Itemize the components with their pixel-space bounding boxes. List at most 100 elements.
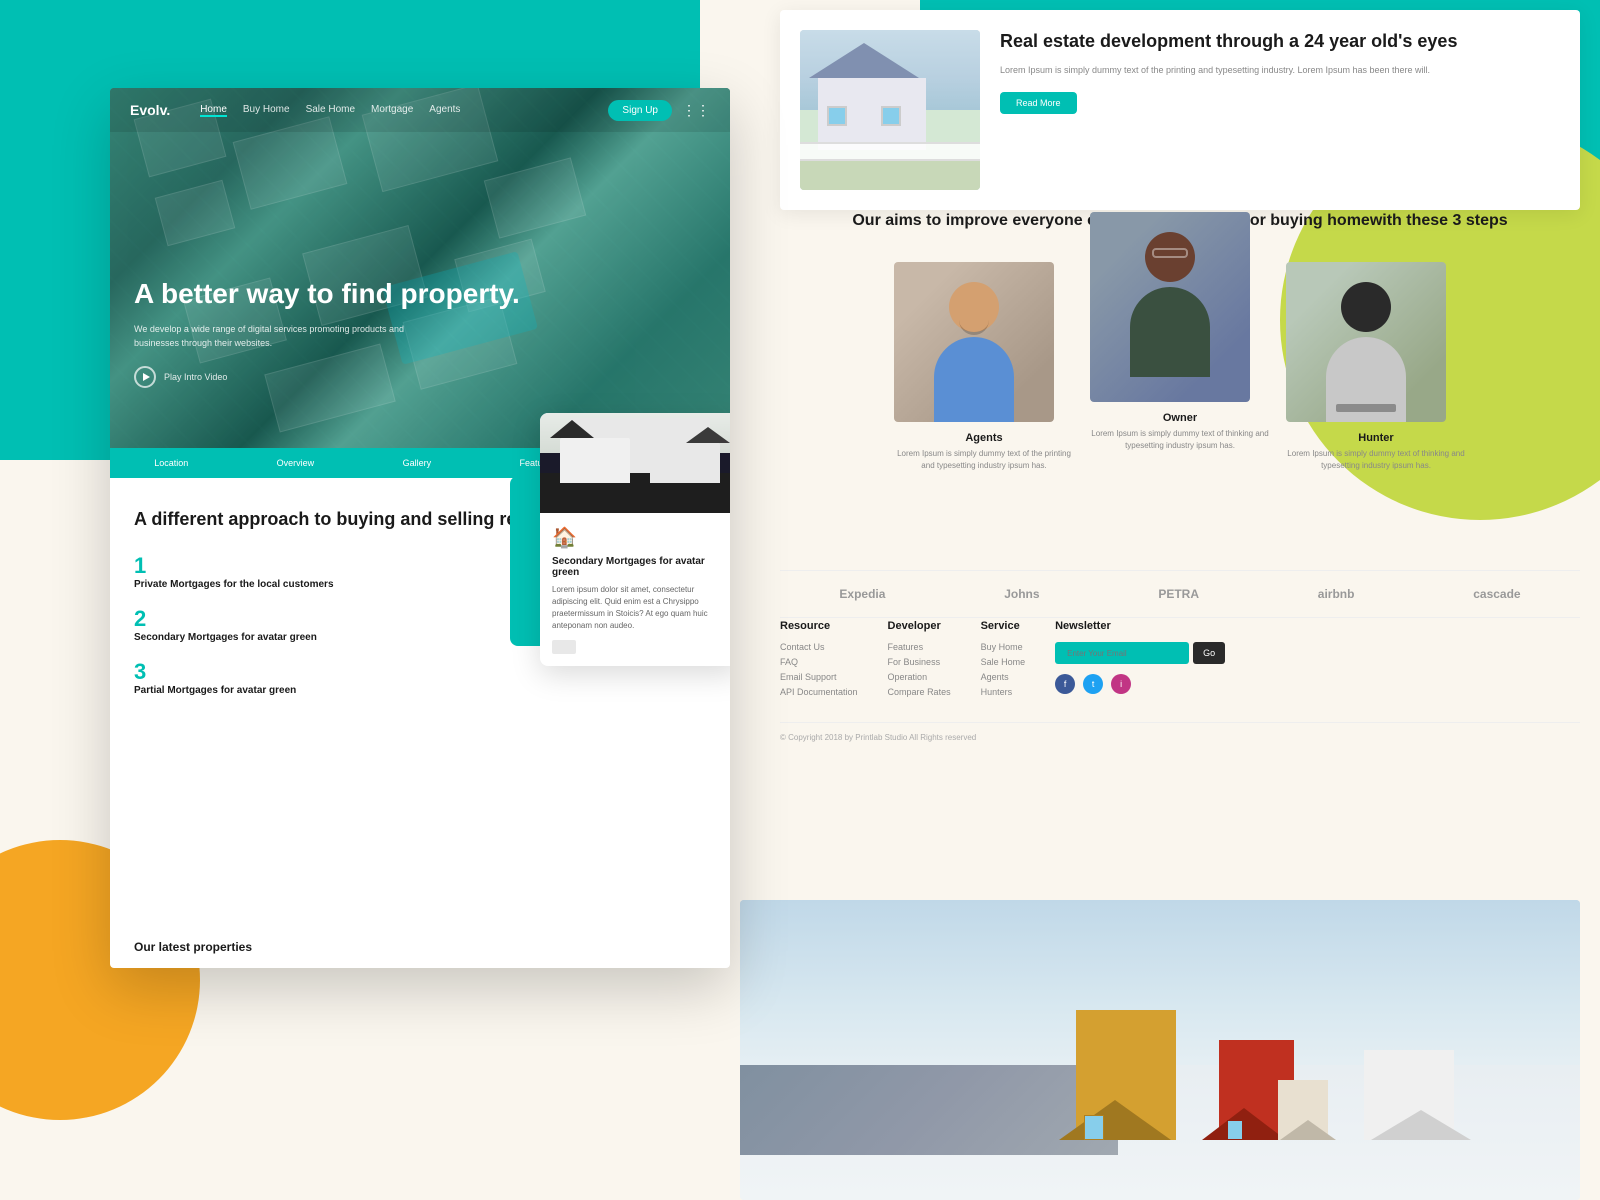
newsletter-email-input[interactable]: [1055, 642, 1189, 664]
nav-home[interactable]: Home: [200, 104, 227, 117]
logo-expedia: Expedia: [839, 587, 885, 601]
agents-silhouette: [894, 262, 1054, 422]
person-owner: Owner Lorem Ipsum is simply dummy text o…: [1090, 242, 1270, 472]
page-wrapper: Evolv. Home Buy Home Sale Home Mortgage …: [0, 0, 1600, 1200]
right-panel: Real estate development through a 24 yea…: [740, 0, 1600, 1200]
footer-resource: Resource Contact Us FAQ Email Support AP…: [780, 620, 858, 702]
social-icons: f t i: [1055, 674, 1225, 694]
hero-section: Evolv. Home Buy Home Sale Home Mortgage …: [110, 88, 730, 448]
footer-developer-links: Features For Business Operation Compare …: [888, 642, 951, 697]
footer-service: Service Buy Home Sale Home Agents Hunter…: [981, 620, 1026, 702]
footer-developer: Developer Features For Business Operatio…: [888, 620, 951, 702]
footer-service-links: Buy Home Sale Home Agents Hunters: [981, 642, 1026, 697]
footer-link-buy-home[interactable]: Buy Home: [981, 642, 1026, 652]
footer-link-contact[interactable]: Contact Us: [780, 642, 858, 652]
owner-body: [1130, 287, 1210, 377]
aerial-pattern: [110, 88, 730, 448]
hunter-role: Hunter: [1286, 432, 1466, 444]
hero-content: A better way to find property. We develo…: [134, 277, 706, 388]
footer-resource-links: Contact Us FAQ Email Support API Documen…: [780, 642, 858, 697]
nav-agents[interactable]: Agents: [429, 104, 460, 117]
footer-link-api[interactable]: API Documentation: [780, 687, 858, 697]
play-circle-icon: [134, 366, 156, 388]
hunter-head: [1341, 282, 1391, 332]
footer-newsletter-title: Newsletter: [1055, 620, 1225, 632]
person-hunter: Hunter Lorem Ipsum is simply dummy text …: [1286, 262, 1466, 472]
hero-subtitle: We develop a wide range of digital servi…: [134, 323, 414, 350]
blog-content: Real estate development through a 24 yea…: [1000, 30, 1560, 190]
agents-body: [934, 337, 1014, 422]
logo-airbnb: airbnb: [1318, 587, 1355, 601]
twitter-icon[interactable]: t: [1083, 674, 1103, 694]
website-mockup: Evolv. Home Buy Home Sale Home Mortgage …: [110, 88, 730, 968]
blog-card: Real estate development through a 24 yea…: [780, 10, 1580, 210]
footer-link-business[interactable]: For Business: [888, 657, 951, 667]
logo-cascade: cascade: [1473, 587, 1520, 601]
agents-desc: Lorem Ipsum is simply dummy text of the …: [894, 448, 1074, 472]
owner-silhouette: [1090, 212, 1250, 402]
hunter-desc: Lorem Ipsum is simply dummy text of thin…: [1286, 448, 1466, 472]
step-3: 3 Partial Mortgages for avatar green: [134, 661, 706, 696]
card-popup-text: Lorem ipsum dolor sit amet, consectetur …: [552, 584, 728, 632]
blog-title: Real estate development through a 24 yea…: [1000, 30, 1560, 53]
facebook-icon[interactable]: f: [1055, 674, 1075, 694]
signup-button[interactable]: Sign Up: [608, 100, 672, 121]
tab-overview[interactable]: Overview: [277, 458, 315, 468]
card-popup-body: 🏠 Secondary Mortgages for avatar green L…: [540, 513, 730, 666]
footer-link-faq[interactable]: FAQ: [780, 657, 858, 667]
content-section: A different approach to buying and selli…: [110, 478, 730, 766]
play-triangle-icon: [143, 373, 150, 381]
play-label: Play Intro Video: [164, 372, 227, 382]
navbar: Evolv. Home Buy Home Sale Home Mortgage …: [110, 88, 730, 132]
tab-location[interactable]: Location: [154, 458, 188, 468]
play-button[interactable]: Play Intro Video: [134, 366, 706, 388]
footer-developer-title: Developer: [888, 620, 951, 632]
footer-link-sale-home[interactable]: Sale Home: [981, 657, 1026, 667]
footer-resource-title: Resource: [780, 620, 858, 632]
instagram-icon[interactable]: i: [1111, 674, 1131, 694]
card-popup-title: Secondary Mortgages for avatar green: [552, 556, 728, 578]
card-popup: 🏠 Secondary Mortgages for avatar green L…: [540, 413, 730, 666]
newsletter-form: Go: [1055, 642, 1225, 664]
nav-logo: Evolv.: [130, 102, 170, 118]
logo-petra: PETRA: [1158, 587, 1199, 601]
nav-mortgage[interactable]: Mortgage: [371, 104, 413, 117]
agents-image: [894, 262, 1054, 422]
hunter-silhouette: [1286, 262, 1446, 422]
footer-link-agents[interactable]: Agents: [981, 672, 1026, 682]
step-3-label: Partial Mortgages for avatar green: [134, 685, 706, 696]
owner-role: Owner: [1090, 412, 1270, 424]
card-popup-action-btn[interactable]: [552, 640, 576, 654]
footer-link-compare[interactable]: Compare Rates: [888, 687, 951, 697]
nav-links: Home Buy Home Sale Home Mortgage Agents: [200, 104, 608, 117]
bottom-label: Our latest properties: [134, 940, 252, 954]
winter-houses-image: [740, 900, 1580, 1200]
owner-image: [1090, 212, 1250, 402]
footer-newsletter: Newsletter Go f t i: [1055, 620, 1225, 702]
person-agents: Agents Lorem Ipsum is simply dummy text …: [894, 262, 1074, 472]
persons-row: Agents Lorem Ipsum is simply dummy text …: [780, 262, 1580, 472]
footer-columns: Resource Contact Us FAQ Email Support AP…: [780, 620, 1580, 702]
nav-buy-home[interactable]: Buy Home: [243, 104, 290, 117]
grid-icon[interactable]: ⋮⋮: [682, 102, 710, 119]
nav-sale-home[interactable]: Sale Home: [306, 104, 355, 117]
hero-aerial-image: [110, 88, 730, 448]
newsletter-submit-button[interactable]: Go: [1193, 642, 1225, 664]
hero-title: A better way to find property.: [134, 277, 706, 311]
read-more-button[interactable]: Read More: [1000, 92, 1077, 114]
footer-copyright: © Copyright 2018 by Printlab Studio All …: [780, 722, 1580, 742]
agents-role: Agents: [894, 432, 1074, 444]
footer-link-hunters[interactable]: Hunters: [981, 687, 1026, 697]
tab-gallery[interactable]: Gallery: [403, 458, 432, 468]
footer-link-email[interactable]: Email Support: [780, 672, 858, 682]
card-popup-image: [540, 413, 730, 513]
logo-johns: Johns: [1004, 587, 1039, 601]
blog-text: Lorem Ipsum is simply dummy text of the …: [1000, 63, 1560, 77]
owner-desc: Lorem Ipsum is simply dummy text of thin…: [1090, 428, 1270, 452]
footer-service-title: Service: [981, 620, 1026, 632]
footer-link-features[interactable]: Features: [888, 642, 951, 652]
footer-link-operation[interactable]: Operation: [888, 672, 951, 682]
logos-section: Expedia Johns PETRA airbnb cascade: [780, 570, 1580, 618]
blog-image: [800, 30, 980, 190]
footer-section: Resource Contact Us FAQ Email Support AP…: [780, 620, 1580, 742]
